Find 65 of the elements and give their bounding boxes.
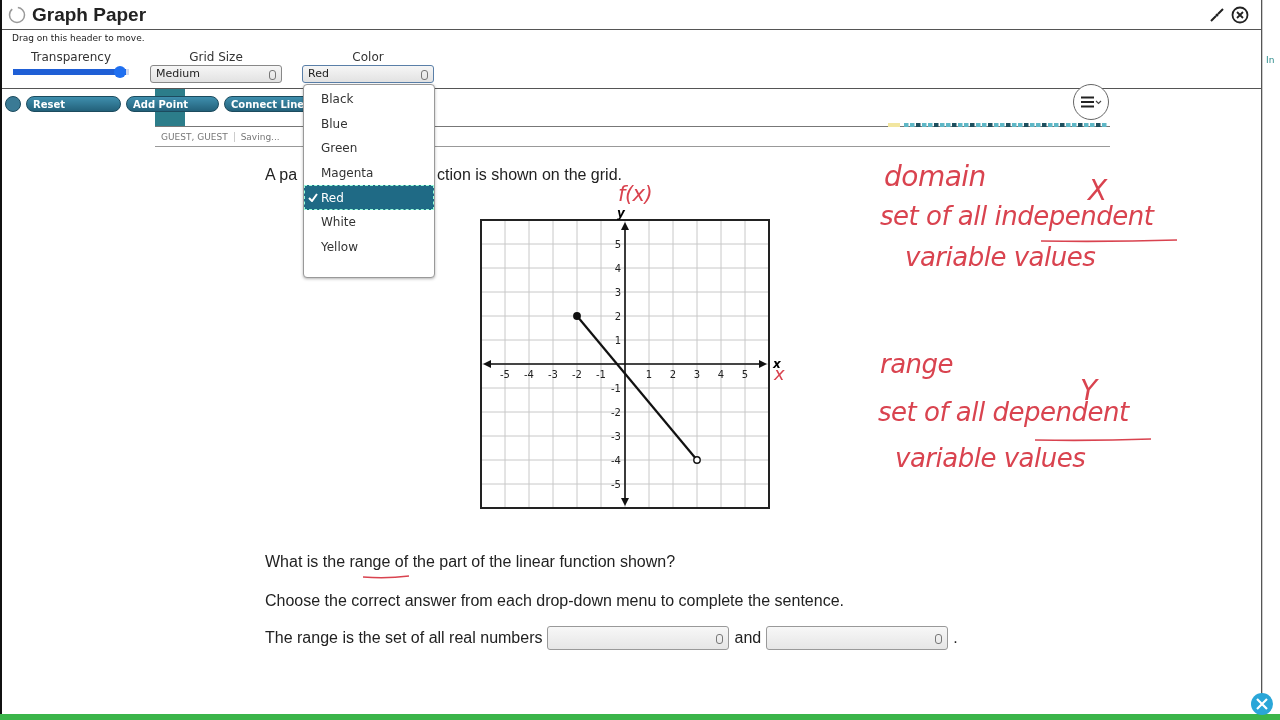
close-icon[interactable] [1231,5,1249,24]
open-endpoint [693,456,701,464]
tick-label: 5 [614,239,621,250]
axis-label: y [617,206,625,220]
sentence-text: . [953,629,958,647]
handwritten-note: domain [884,162,986,193]
tick-label: 2 [614,311,621,322]
menu-item[interactable]: Magenta [304,160,434,186]
toolbar-button[interactable]: Reset [26,96,121,112]
tick-label: 5 [741,369,749,380]
collapse-icon[interactable] [1209,6,1225,23]
menu-item[interactable]: Red [304,185,434,210]
answer-dropdown[interactable] [766,626,949,650]
tick-label: 4 [614,263,621,274]
tick-label: 3 [693,369,701,380]
tick-label: 1 [614,335,621,346]
menu-item[interactable]: Green [304,136,434,161]
spinner-icon [8,5,26,24]
tick-label: -5 [500,369,510,380]
sentence-text: The range is the set of all real numbers [265,629,543,647]
answer-dropdown[interactable] [547,626,730,650]
question-text: A pa [265,166,298,184]
tick-label: -3 [611,431,621,442]
axis-label: x [773,357,781,371]
grid-size-select[interactable]: Medium [150,65,282,83]
control-label: Transparency [30,50,111,64]
tick-label: 1 [645,369,653,380]
tick-label: -1 [611,383,621,394]
menu-item[interactable]: Blue [304,111,434,137]
color-select[interactable]: Red [302,65,434,83]
menu-icon [1080,96,1102,108]
expand-icon[interactable] [1250,692,1274,716]
menu-item[interactable]: Yellow [304,234,434,260]
tick-label: -5 [611,479,621,490]
handwritten-note: range [880,350,954,379]
tick-label: -1 [596,369,606,380]
save-status: Saving... [233,131,286,142]
instruction-text: Choose the correct answer from each drop-down menu to complete the sentence. [265,592,844,610]
toolbar-round-button[interactable] [5,96,21,112]
closed-endpoint [573,312,581,320]
side-window-label: In [1266,55,1275,65]
tick-label: 2 [669,369,677,380]
question-text: ction is shown on the grid. [437,166,622,184]
tick-label: -4 [611,455,621,466]
question-text: What is the range of the part of the linear function shown? [265,553,676,571]
sentence-text: and [734,629,762,647]
window-title: Graph Paper [32,3,147,26]
tick-label: -2 [611,407,621,418]
tick-label: -2 [572,369,582,380]
menu-item[interactable]: White [304,209,434,235]
toolbar-button[interactable]: Add Point [126,96,219,112]
tick-label: 4 [717,369,725,380]
handwritten-note: variable values [905,243,1096,272]
ink-underline [362,574,410,580]
tick-label: -4 [524,369,534,380]
menu-button[interactable] [1073,84,1109,120]
handwritten-note: f(x) [618,183,653,207]
tick-label: -3 [548,369,558,380]
control-label: Color [352,50,384,64]
control-label: Grid Size [189,50,243,64]
handwritten-note: variable values [895,444,1086,473]
tick-label: 3 [614,287,621,298]
check-icon [308,193,318,203]
user-name: GUEST, GUEST [160,131,229,142]
drag-hint: Drag on this header to move. [12,32,145,44]
